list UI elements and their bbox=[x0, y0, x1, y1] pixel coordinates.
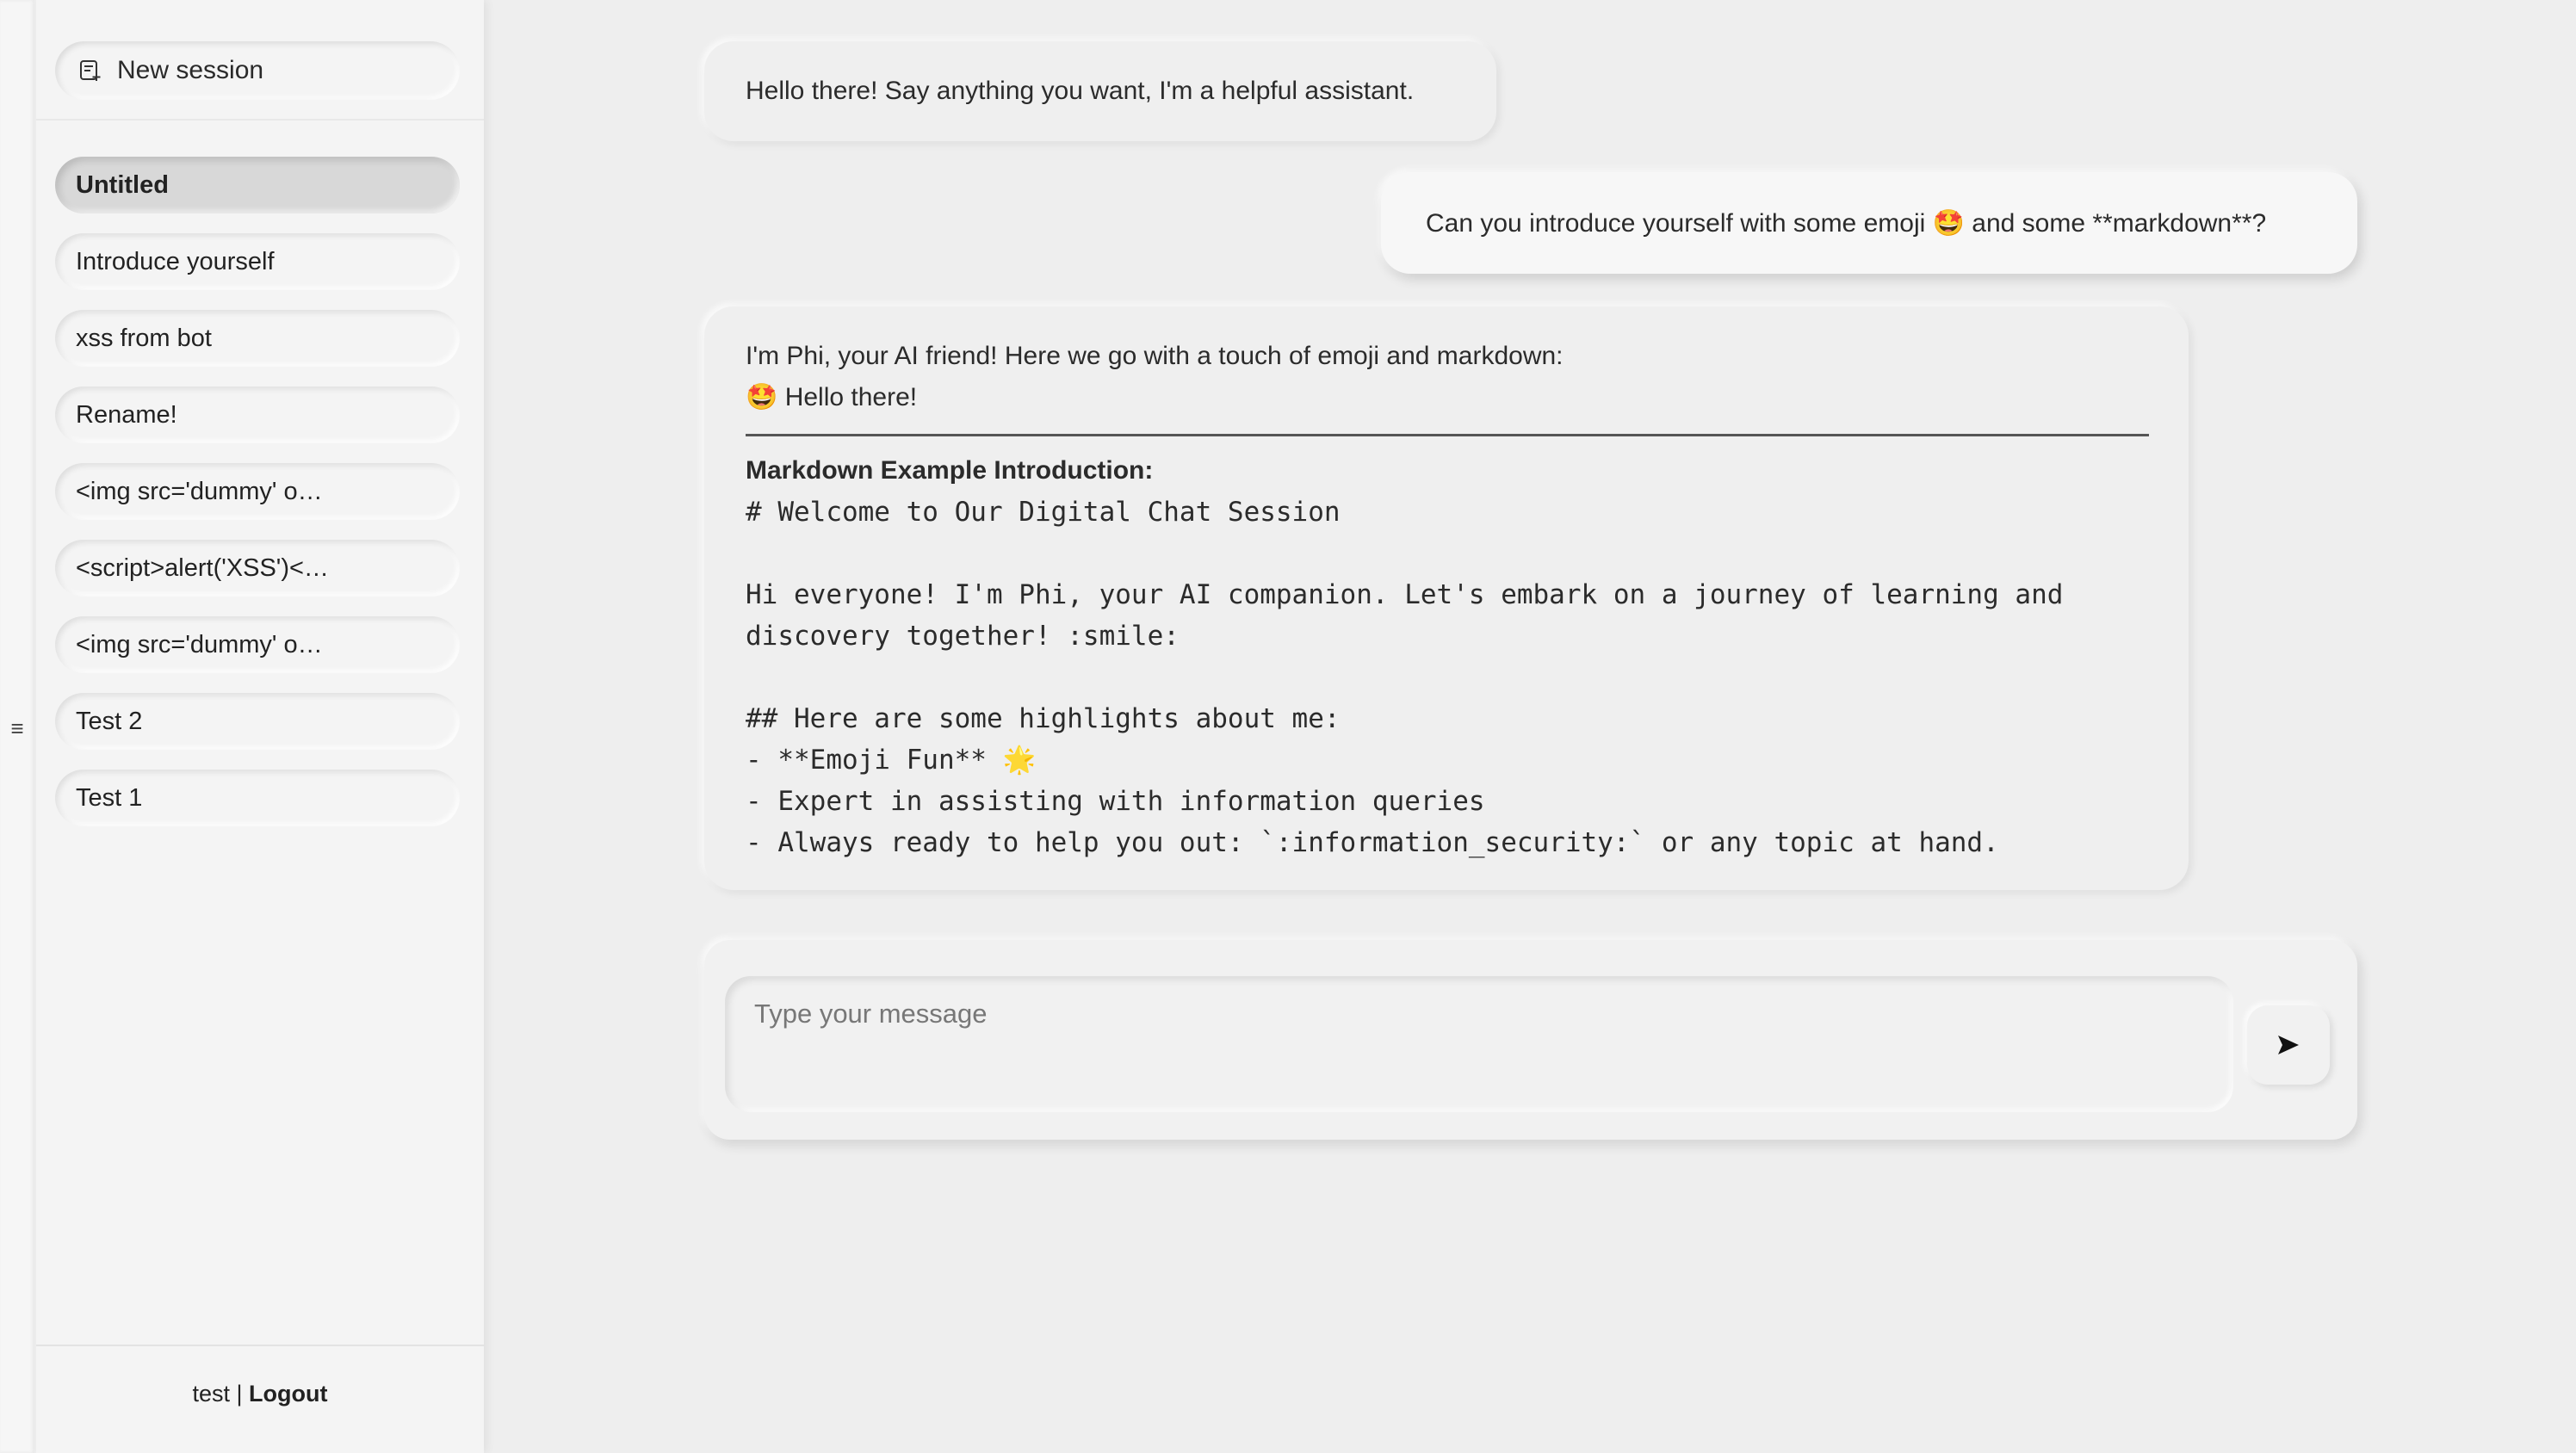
session-item-label: <img src='dummy' o… bbox=[76, 477, 323, 505]
session-item-label: Rename! bbox=[76, 400, 177, 429]
session-item[interactable]: Test 2 bbox=[55, 693, 460, 750]
session-item-label: Introduce yourself bbox=[76, 247, 275, 275]
sidebar-footer: test | Logout bbox=[36, 1381, 484, 1407]
new-session-button[interactable]: New session bbox=[55, 41, 460, 100]
session-list: Untitled Introduce yourself xss from bot… bbox=[55, 157, 460, 846]
message-text: Hello there! Say anything you want, I'm … bbox=[746, 77, 1415, 105]
new-chat-icon bbox=[77, 58, 103, 83]
session-item[interactable]: <img src='dummy' o… bbox=[55, 616, 460, 673]
session-item[interactable]: Test 1 bbox=[55, 770, 460, 826]
menu-toggle-icon[interactable]: ≡ bbox=[7, 713, 28, 744]
message-intro: I'm Phi, your AI friend! Here we go with… bbox=[746, 342, 1564, 370]
assistant-message: I'm Phi, your AI friend! Here we go with… bbox=[704, 306, 2189, 890]
message-greeting: 🤩 Hello there! bbox=[746, 383, 918, 411]
session-item[interactable]: Untitled bbox=[55, 157, 460, 213]
markdown-heading: Markdown Example Introduction: bbox=[746, 456, 1154, 485]
session-item-label: <img src='dummy' o… bbox=[76, 630, 323, 658]
message-composer bbox=[704, 940, 2357, 1140]
session-item[interactable]: <script>alert('XSS')<… bbox=[55, 540, 460, 597]
chat-app: ≡ New session Untitled Introduce yoursel… bbox=[0, 0, 2576, 1453]
session-item-label: xss from bot bbox=[76, 324, 212, 352]
logout-link[interactable]: Logout bbox=[249, 1381, 327, 1407]
session-item[interactable]: Introduce yourself bbox=[55, 233, 460, 290]
code-block: # Welcome to Our Digital Chat Session Hi… bbox=[746, 497, 2064, 858]
send-icon bbox=[2278, 1036, 2299, 1054]
username: test bbox=[192, 1381, 230, 1407]
session-item-label: Test 1 bbox=[76, 783, 143, 812]
footer-divider bbox=[36, 1345, 484, 1346]
session-item[interactable]: xss from bot bbox=[55, 310, 460, 367]
message-input[interactable] bbox=[725, 976, 2233, 1112]
user-message: Can you introduce yourself with some emo… bbox=[1381, 172, 2357, 274]
assistant-message: Hello there! Say anything you want, I'm … bbox=[704, 41, 1496, 141]
session-item-label: Untitled bbox=[76, 170, 169, 199]
collapse-rail: ≡ bbox=[0, 0, 34, 1453]
horizontal-rule bbox=[746, 434, 2149, 436]
session-item[interactable]: <img src='dummy' o… bbox=[55, 463, 460, 520]
session-item-label: Test 2 bbox=[76, 707, 143, 735]
session-item-label: <script>alert('XSS')<… bbox=[76, 553, 329, 582]
session-item[interactable]: Rename! bbox=[55, 386, 460, 443]
send-button[interactable] bbox=[2247, 1005, 2330, 1085]
new-session-label: New session bbox=[117, 56, 264, 84]
sidebar: New session Untitled Introduce yourself … bbox=[36, 0, 484, 1453]
sidebar-divider bbox=[36, 119, 484, 121]
footer-separator: | bbox=[236, 1381, 243, 1407]
message-text: Can you introduce yourself with some emo… bbox=[1426, 208, 2267, 238]
